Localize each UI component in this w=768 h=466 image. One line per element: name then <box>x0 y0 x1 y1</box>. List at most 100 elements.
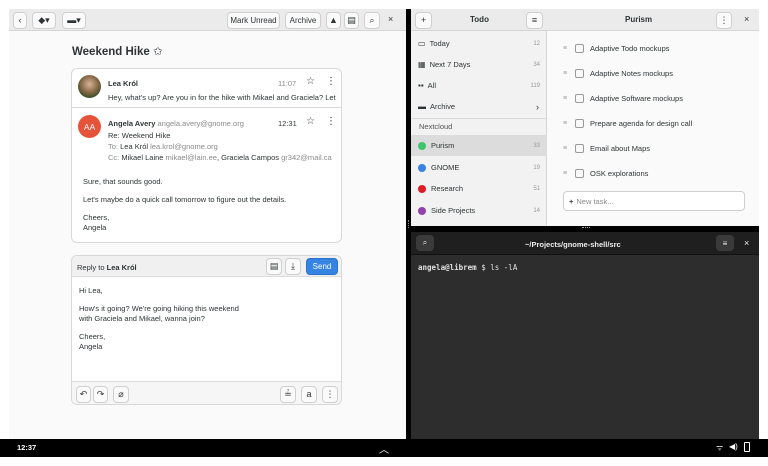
undo-button[interactable]: ↶ <box>76 386 91 403</box>
sender-name: Lea Król <box>108 79 139 88</box>
drag-handle-icon[interactable]: ≡ <box>563 70 575 77</box>
move-folder-button[interactable]: ▬▾ <box>62 12 86 29</box>
hamburger-icon: ≡ <box>531 15 538 25</box>
task-item[interactable]: ≡ Adaptive Software mockups <box>563 86 683 111</box>
task-item[interactable]: ≡ Email about Maps <box>563 136 650 161</box>
composer-text-line[interactable]: Angela <box>79 341 102 352</box>
message-body-line: Angela <box>83 223 107 232</box>
task-label: Prepare agenda for design call <box>590 119 693 128</box>
composer-menu-button[interactable]: ⋮ <box>322 386 338 403</box>
chevron-right-icon: › <box>536 101 539 112</box>
task-item[interactable]: ≡ Adaptive Todo mockups <box>563 36 670 61</box>
task-checkbox[interactable] <box>575 94 584 103</box>
chevron-up-icon[interactable]: ︿ <box>379 441 389 456</box>
message-menu-icon[interactable]: ⋮ <box>326 116 336 127</box>
nav-count: 119 <box>530 82 540 89</box>
list-count: 19 <box>533 164 540 171</box>
mail-close-button[interactable]: × <box>388 14 393 24</box>
terminal-title: ~/Projects/gnome-shell/src <box>525 240 621 249</box>
drag-handle-icon[interactable]: ≡ <box>563 120 575 127</box>
divider-handle[interactable] <box>582 227 590 229</box>
text-icon: a <box>306 389 312 399</box>
send-button[interactable]: Send <box>306 258 338 275</box>
to-email: lea.krol@gnome.org <box>150 142 218 151</box>
task-item[interactable]: ≡ Adaptive Notes mockups <box>563 61 673 86</box>
battery-icon[interactable] <box>744 442 750 452</box>
drag-handle-icon[interactable]: ≡ <box>563 170 575 177</box>
new-task-entry[interactable]: + New task... <box>563 191 745 211</box>
star-icon[interactable]: ☆ <box>306 76 315 87</box>
undo-icon: ↶ <box>79 389 88 399</box>
delete-button[interactable]: ▤ <box>344 12 359 29</box>
list-side-projects[interactable]: Side Projects 14 <box>411 200 547 221</box>
to-line: To: Lea Król lea.krol@gnome.org <box>108 141 218 152</box>
redo-button[interactable]: ↷ <box>93 386 108 403</box>
task-label: Adaptive Notes mockups <box>590 69 673 78</box>
task-item[interactable]: ≡ OSK explorations <box>563 161 648 186</box>
list-count: 14 <box>533 207 540 214</box>
find-button[interactable]: ⌕ <box>364 12 380 29</box>
nav-today[interactable]: ▭ Today 12 <box>411 33 547 54</box>
volume-icon[interactable]: ◀) <box>729 442 738 451</box>
avatar <box>78 75 101 98</box>
task-checkbox[interactable] <box>575 69 584 78</box>
list-gnome[interactable]: GNOME 19 <box>411 157 547 178</box>
list-research[interactable]: Research 51 <box>411 178 547 199</box>
reply-to-line: Reply to Lea Król <box>77 262 137 273</box>
task-item[interactable]: ≡ Prepare agenda for design call <box>563 111 692 136</box>
star-icon[interactable]: ☆ <box>306 116 315 127</box>
insert-button[interactable]: a <box>301 386 317 403</box>
list-label: Research <box>431 184 464 193</box>
new-list-button[interactable]: + <box>415 12 432 29</box>
list-menu-button[interactable]: ⋮ <box>716 12 732 29</box>
trash-icon: ▤ <box>347 15 356 25</box>
format-button[interactable]: ≟ <box>280 386 296 403</box>
cc-email: gr342@mail.ca <box>281 153 332 162</box>
todo-menu-button[interactable]: ≡ <box>526 12 543 29</box>
terminal-search-button[interactable]: ⌕ <box>416 235 434 251</box>
drag-handle-icon[interactable]: ≡ <box>563 95 575 102</box>
task-checkbox[interactable] <box>575 169 584 178</box>
nav-archive[interactable]: ▬ Archive › <box>411 96 547 117</box>
terminal-body[interactable] <box>411 255 759 439</box>
list-color-dot <box>418 163 426 172</box>
mark-unread-button[interactable]: Mark Unread <box>227 12 280 29</box>
task-checkbox[interactable] <box>575 119 584 128</box>
section-label: Nextcloud <box>419 122 453 131</box>
plus-icon: + <box>420 15 427 25</box>
discard-button[interactable]: ▤ <box>266 258 282 275</box>
search-icon: ⌕ <box>369 15 375 25</box>
folder-icon: ▬▾ <box>67 15 81 25</box>
calendar-week-icon: ▦ <box>418 60 426 69</box>
back-button[interactable]: ‹ <box>13 12 27 29</box>
terminal-close-button[interactable]: × <box>744 238 749 248</box>
cc-label: Cc: <box>108 153 120 162</box>
divider-handle[interactable] <box>408 220 409 228</box>
todo-close-button[interactable]: × <box>744 14 749 24</box>
attach-button[interactable]: ⌀ <box>113 386 129 403</box>
drag-handle-icon[interactable]: ≡ <box>563 45 575 52</box>
nav-all[interactable]: ▪▪ All 119 <box>411 75 547 96</box>
nav-next-7-days[interactable]: ▦ Next 7 Days 34 <box>411 54 547 75</box>
composer-text-line[interactable]: Hi Lea, <box>79 285 103 296</box>
wifi-icon[interactable]: ᯤ <box>716 442 723 453</box>
section-divider <box>411 118 546 119</box>
composer-text-line[interactable]: with Graciela and Mikael, wanna join? <box>79 313 205 324</box>
list-purism[interactable]: Purism 33 <box>411 135 547 156</box>
task-checkbox[interactable] <box>575 44 584 53</box>
save-draft-button[interactable]: ⤓ <box>285 258 301 275</box>
panel-clock[interactable]: 12:37 <box>17 443 36 452</box>
thread-title: Weekend Hike ✩ <box>72 46 163 58</box>
cc-email: mikael@lain.ee <box>165 153 217 162</box>
terminal-menu-button[interactable]: ≡ <box>716 235 734 251</box>
task-checkbox[interactable] <box>575 144 584 153</box>
grid-icon: ▪▪ <box>418 81 424 90</box>
list-color-dot <box>418 184 426 193</box>
nav-count: 12 <box>533 40 540 47</box>
archive-button[interactable]: Archive <box>285 12 321 29</box>
drag-handle-icon[interactable]: ≡ <box>563 145 575 152</box>
reply-to-label: Reply to <box>77 263 105 272</box>
tag-menu-button[interactable]: ◆▾ <box>32 12 56 29</box>
message-menu-icon[interactable]: ⋮ <box>326 76 336 87</box>
junk-button[interactable]: ▲ <box>326 12 341 29</box>
